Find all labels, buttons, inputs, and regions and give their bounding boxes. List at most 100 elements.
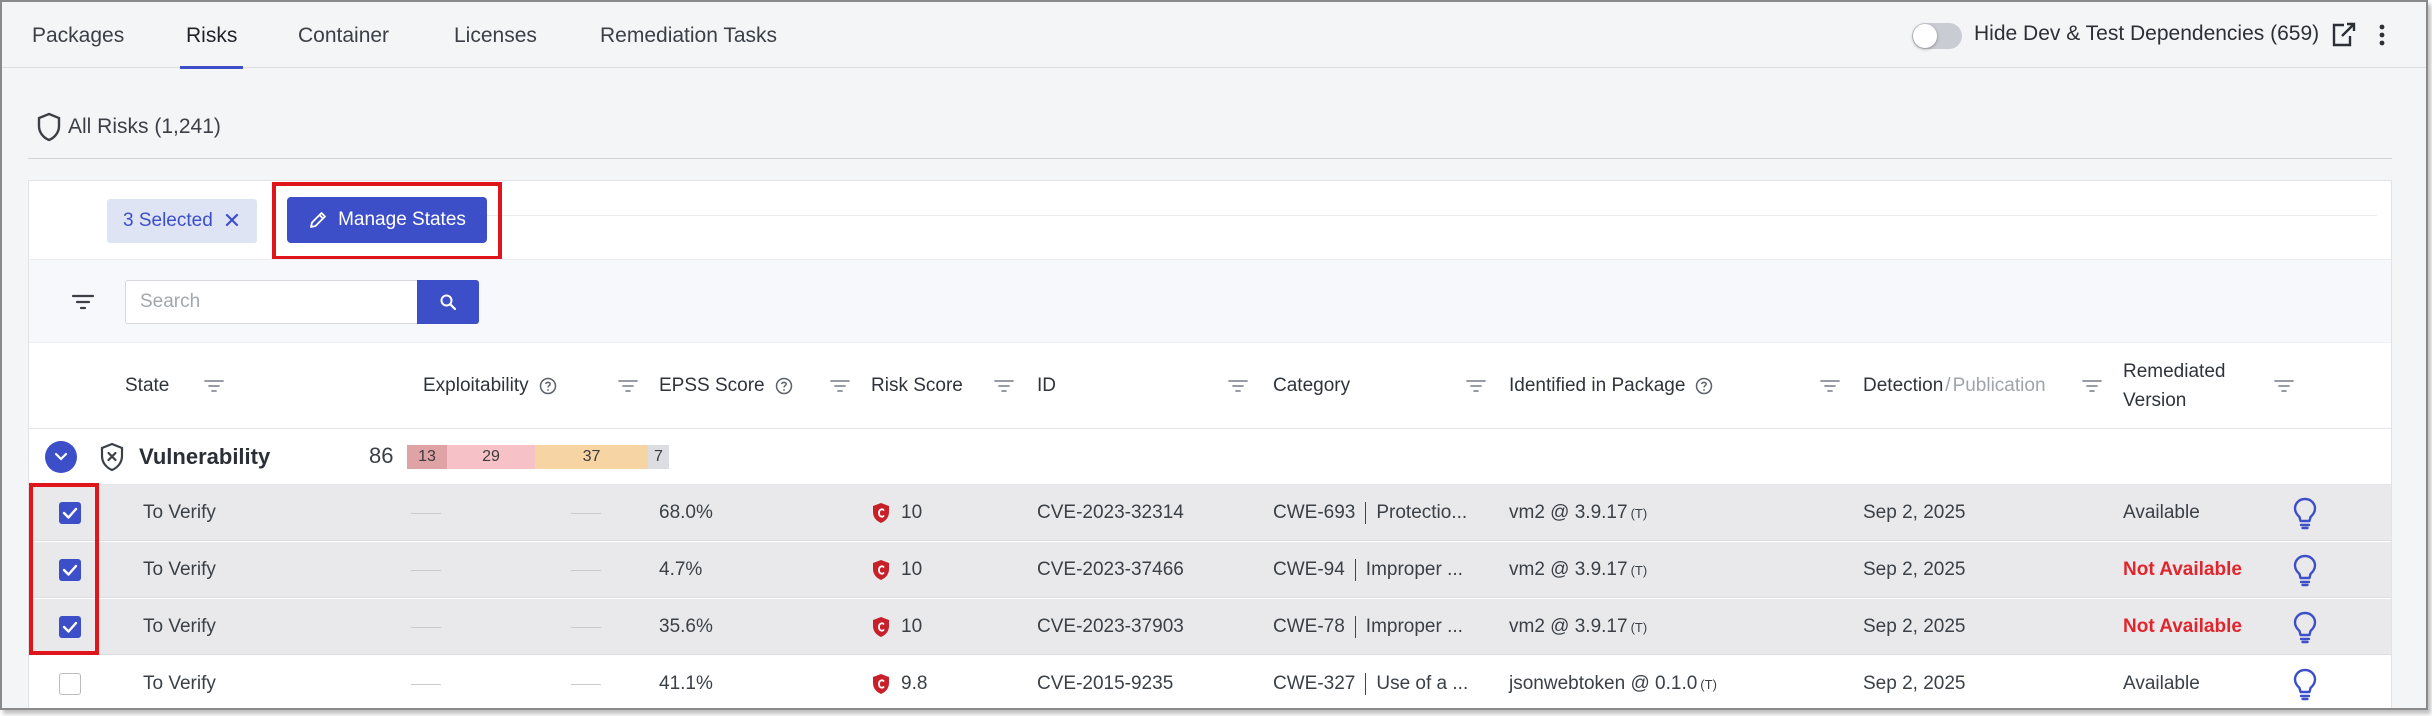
row-remediated: Not Available <box>2123 559 2242 580</box>
exploitability-empty <box>571 684 601 685</box>
row-id[interactable]: CVE-2023-37903 <box>1037 599 1184 655</box>
exploitability-empty <box>411 684 441 685</box>
tab-packages[interactable]: Packages <box>32 2 124 68</box>
col-package[interactable]: Identified in Package <box>1509 343 1713 429</box>
lightbulb-icon[interactable] <box>2291 667 2319 701</box>
col-category[interactable]: Category <box>1273 343 1350 429</box>
all-risks-title: All Risks (1,241) <box>68 115 221 138</box>
tab-remediation-tasks[interactable]: Remediation Tasks <box>600 2 777 68</box>
row-epss: 4.7% <box>659 559 703 580</box>
col-remediated[interactable]: Remediated Version <box>2123 343 2225 429</box>
collapse-group-button[interactable] <box>45 441 77 473</box>
risks-table-card: 3 Selected ✕ Manage States Search State … <box>28 180 2392 708</box>
col-publication-label: Publication <box>1952 375 2046 396</box>
severity-segment: 29 <box>447 445 535 469</box>
row-epss: 35.6% <box>659 616 713 637</box>
tab-container[interactable]: Container <box>298 2 389 68</box>
col-category-label: Category <box>1273 375 1351 396</box>
lightbulb-icon[interactable] <box>2291 610 2319 644</box>
risk-score-value: 10 <box>901 559 923 580</box>
row-id[interactable]: CVE-2023-37466 <box>1037 542 1184 598</box>
package-tag: (T) <box>1700 676 1717 692</box>
col-filter-icon[interactable] <box>1227 376 1249 396</box>
exploitability-empty <box>571 513 601 514</box>
risk-shield-icon <box>873 674 889 694</box>
cell-separator <box>1354 616 1356 638</box>
cell-separator <box>1365 502 1367 524</box>
col-filter-icon[interactable] <box>2273 376 2295 396</box>
col-filter-icon[interactable] <box>2081 376 2103 396</box>
table-row[interactable]: To Verify 4.7% 10 CVE-2023-37466 CWE-94 I… <box>29 542 2391 598</box>
filter-icon[interactable] <box>71 290 95 314</box>
help-icon[interactable] <box>539 377 557 395</box>
selected-chip[interactable]: 3 Selected ✕ <box>107 199 258 243</box>
package-tag: (T) <box>1630 619 1648 635</box>
row-id[interactable]: CVE-2023-32314 <box>1037 485 1184 541</box>
action-divider <box>371 215 2377 216</box>
lightbulb-icon[interactable] <box>2291 496 2319 530</box>
help-icon[interactable] <box>775 377 793 395</box>
category-text: Use of a ... <box>1376 673 1469 694</box>
col-id-label: ID <box>1037 375 1056 396</box>
manage-states-button[interactable]: Manage States <box>287 197 487 243</box>
col-filter-icon[interactable] <box>617 376 639 396</box>
help-icon[interactable] <box>1695 377 1713 395</box>
row-package[interactable]: vm2 @ 3.9.17 (T) <box>1509 599 1647 655</box>
row-package[interactable]: vm2 @ 3.9.17 (T) <box>1509 485 1647 541</box>
exploitability-empty <box>411 513 441 514</box>
row-risk-score: 9.8 <box>871 656 927 708</box>
risk-shield-icon <box>873 503 889 523</box>
col-risk-score[interactable]: Risk Score <box>871 343 963 429</box>
table-row[interactable]: To Verify 68.0% 10 CVE-2023-32314 CWE-69… <box>29 485 2391 541</box>
row-state: To Verify <box>143 502 216 523</box>
row-checkbox[interactable] <box>59 673 81 695</box>
tab-risks[interactable]: Risks <box>179 2 244 69</box>
toggle-knob <box>1913 24 1937 48</box>
row-category: CWE-327 Use of a ... <box>1273 656 1469 708</box>
row-checkbox[interactable] <box>59 559 81 581</box>
row-epss: 68.0% <box>659 502 713 523</box>
table-row[interactable]: To Verify 35.6% 10 CVE-2023-37903 CWE-78… <box>29 599 2391 655</box>
tab-licenses[interactable]: Licenses <box>454 2 537 68</box>
hide-dev-toggle[interactable] <box>1912 23 1962 49</box>
pencil-icon <box>310 212 326 228</box>
row-epss: 41.1% <box>659 673 713 694</box>
exploitability-empty <box>571 570 601 571</box>
hide-dev-label: Hide Dev & Test Dependencies (659) <box>1974 22 2320 45</box>
row-package[interactable]: jsonwebtoken @ 0.1.0 (T) <box>1509 656 1717 708</box>
cwe-code: CWE-327 <box>1273 673 1356 694</box>
col-epss-label: EPSS Score <box>659 375 765 396</box>
col-remediated-label-2: Version <box>2123 390 2187 411</box>
col-state[interactable]: State <box>125 343 169 429</box>
severity-segment: 37 <box>535 445 648 469</box>
more-options-icon[interactable] <box>2370 20 2394 50</box>
lightbulb-icon[interactable] <box>2291 553 2319 587</box>
clear-selection-icon[interactable]: ✕ <box>223 208 241 234</box>
search-input[interactable] <box>125 280 417 324</box>
row-checkbox[interactable] <box>59 502 81 524</box>
col-filter-icon[interactable] <box>993 376 1015 396</box>
col-epss[interactable]: EPSS Score <box>659 343 793 429</box>
filter-row <box>29 259 2391 343</box>
col-filter-icon[interactable] <box>1465 376 1487 396</box>
row-detection: Sep 2, 2025 <box>1863 502 1966 523</box>
package-tag: (T) <box>1630 505 1648 521</box>
col-filter-icon[interactable] <box>1819 376 1841 396</box>
col-filter-icon[interactable] <box>203 376 225 396</box>
table-row[interactable]: To Verify 41.1% 9.8 CVE-2015-9235 CWE-32… <box>29 656 2391 708</box>
package-name: vm2 @ 3.9.17 <box>1509 502 1628 523</box>
col-id[interactable]: ID <box>1037 343 1056 429</box>
col-detection[interactable]: Detection / Publication <box>1863 343 2046 429</box>
col-exploitability[interactable]: Exploitability <box>423 343 557 429</box>
row-id[interactable]: CVE-2015-9235 <box>1037 656 1173 708</box>
search-button[interactable] <box>417 280 479 324</box>
cwe-code: CWE-693 <box>1273 502 1356 523</box>
row-checkbox[interactable] <box>59 616 81 638</box>
col-filter-icon[interactable] <box>829 376 851 396</box>
row-state: To Verify <box>143 673 216 694</box>
top-tab-bar: Packages Risks Container Licenses Remedi… <box>2 2 2426 69</box>
chevron-down-icon <box>54 452 68 461</box>
col-separator: / <box>1945 375 1951 396</box>
export-icon[interactable] <box>2328 20 2358 50</box>
row-package[interactable]: vm2 @ 3.9.17 (T) <box>1509 542 1647 598</box>
